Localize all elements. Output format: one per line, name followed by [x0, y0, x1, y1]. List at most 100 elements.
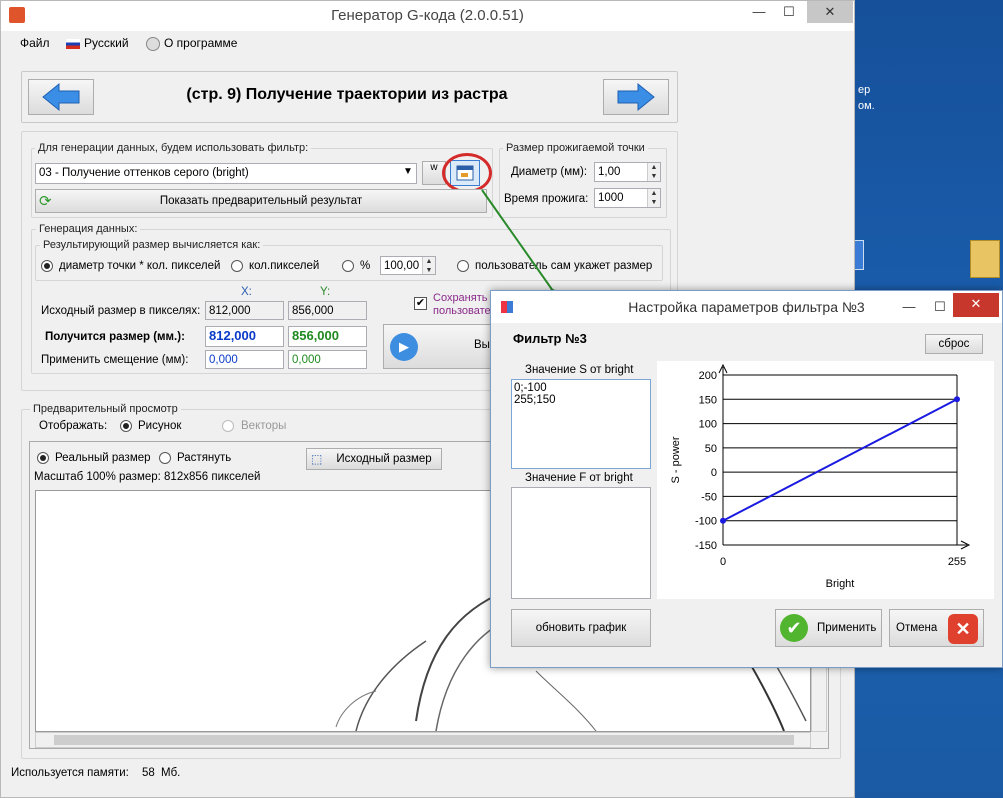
desktop-folder-icon[interactable] [970, 240, 1000, 278]
display-label: Отображать: [39, 420, 108, 432]
radio-diameter-label: диаметр точки * кол. пикселей [59, 260, 221, 272]
arrow-right-icon [617, 82, 655, 112]
radio-diameter[interactable] [41, 260, 53, 272]
menu-bar: Файл Русский О программе [1, 32, 854, 56]
x-tick-label: 0 [720, 556, 726, 568]
s-value-textarea[interactable]: 0;-100 255;150 [511, 379, 651, 469]
f-value-textarea[interactable] [511, 487, 651, 599]
menu-file[interactable]: Файл [20, 36, 50, 50]
size-calc-label: Результирующий размер вычисляется как: [40, 239, 264, 251]
s-power-chart: 200150100500-50-100-1500 255BrightS - pow… [670, 363, 971, 590]
source-size-label: Исходный размер в пикселях: [41, 305, 201, 317]
horizontal-scrollbar[interactable] [35, 732, 811, 748]
close-button[interactable]: ✕ [807, 1, 853, 23]
memory-unit: Мб. [161, 767, 181, 779]
reset-button[interactable]: сброс [925, 334, 983, 354]
minimize-button[interactable]: — [746, 1, 772, 23]
menu-language[interactable]: Русский [84, 36, 129, 50]
title-bar: Генератор G-кода (2.0.0.51) — ☐ ✕ [1, 1, 854, 31]
original-size-button[interactable]: ⬚ Исходный размер [306, 448, 442, 470]
execute-label: Вы [474, 339, 490, 351]
original-size-label: Исходный размер [336, 453, 432, 465]
chevron-down-icon: ▼ [403, 166, 413, 177]
about-icon [146, 37, 160, 51]
scroll-thumb[interactable] [54, 735, 794, 745]
radio-stretch[interactable] [159, 452, 171, 464]
forward-button[interactable] [603, 79, 669, 115]
dialog-heading: Фильтр №3 [513, 331, 587, 346]
preview-result-label: Показать предварительный результат [159, 195, 363, 207]
radio-percent-label: % [360, 260, 371, 272]
check-icon: ✔ [780, 614, 808, 642]
refresh-icon: ⟳ [39, 193, 52, 210]
generation-label: Генерация данных: [36, 223, 141, 235]
y-tick-label: -150 [695, 540, 717, 552]
save-settings-checkbox[interactable]: ✔ [414, 297, 427, 310]
apply-label: Применить [817, 622, 877, 634]
maximize-button[interactable]: ☐ [776, 1, 802, 23]
dialog-maximize-button[interactable]: ☐ [927, 296, 953, 318]
play-icon: ▶ [390, 333, 418, 361]
radio-picture-label: Рисунок [138, 420, 182, 432]
dialog-close-button[interactable]: ✕ [953, 293, 999, 317]
offset-label: Применить смещение (мм): [41, 354, 189, 366]
y-tick-label: 150 [699, 394, 717, 406]
radio-real-size-label: Реальный размер [55, 452, 151, 464]
offset-y-input[interactable]: 0,000 [288, 350, 367, 369]
source-x-input: 812,000 [205, 301, 284, 320]
update-graph-button[interactable]: обновить график [511, 609, 651, 647]
radio-vectors-label: Векторы [241, 420, 287, 432]
burn-time-spinner[interactable]: ▲ ▼ [647, 189, 660, 207]
execute-button[interactable]: ▶ Вы [383, 324, 503, 369]
y-tick-label: -100 [695, 516, 717, 528]
radio-percent[interactable] [342, 260, 354, 272]
arrow-left-icon [42, 82, 80, 112]
x-header: X: [241, 286, 252, 298]
memory-label: Используется памяти: [11, 767, 129, 779]
cancel-button[interactable]: Отмена ✕ [889, 609, 984, 647]
filter-group-label: Для генерации данных, будем использовать… [35, 142, 312, 154]
cancel-x-icon: ✕ [948, 614, 978, 644]
radio-pixels-label: кол.пикселей [249, 260, 320, 272]
radio-picture[interactable] [120, 420, 132, 432]
s-value-label: Значение S от bright [525, 364, 634, 376]
offset-x-input[interactable]: 0,000 [205, 350, 284, 369]
memory-value: 58 [142, 767, 155, 779]
x-axis-label: Bright [826, 578, 855, 590]
apply-button[interactable]: ✔ Применить [775, 609, 882, 647]
data-point [720, 517, 726, 524]
result-y-input[interactable]: 856,000 [288, 326, 367, 347]
source-y-input: 856,000 [288, 301, 367, 320]
dialog-minimize-button[interactable]: — [896, 296, 922, 318]
dialog-title-bar: Настройка параметров фильтра №3 — ☐ ✕ [491, 291, 1002, 323]
y-tick-label: 50 [705, 443, 717, 455]
russian-flag-icon [66, 39, 80, 49]
y-axis-label: S - power [670, 436, 682, 483]
f-value-label: Значение F от bright [525, 472, 633, 484]
back-button[interactable] [28, 79, 94, 115]
y-tick-label: 0 [711, 467, 717, 479]
dialog-title: Настройка параметров фильтра №3 [628, 299, 865, 315]
point-size-label: Размер прожигаемой точки [503, 142, 648, 154]
radio-pixels[interactable] [231, 260, 243, 272]
app-icon [9, 7, 25, 23]
preview-group-label: Предварительный просмотр [30, 403, 181, 415]
radio-stretch-label: Растянуть [177, 452, 232, 464]
radio-real-size[interactable] [37, 452, 49, 464]
result-x-input[interactable]: 812,000 [205, 326, 284, 347]
filter-settings-dialog: Настройка параметров фильтра №3 — ☐ ✕ Фи… [490, 290, 1003, 668]
scale-text: Масштаб 100% размер: 812x856 пикселей [34, 471, 261, 483]
x-tick-label: 255 [948, 556, 966, 568]
series-line [722, 398, 958, 522]
preview-result-button[interactable]: ⟳ Показать предварительный результат [35, 189, 487, 213]
y-tick-label: 200 [699, 370, 717, 382]
menu-about[interactable]: О программе [164, 36, 237, 50]
percent-spinner[interactable]: ▲ ▼ [422, 257, 435, 274]
filter-select[interactable]: 03 - Получение оттенков серого (bright) [35, 163, 417, 184]
diameter-spinner[interactable]: ▲ ▼ [647, 163, 660, 181]
chart-area: 200 150 100 50 0 -50 -100 -150 0 255 Bright S - pow… [657, 361, 994, 599]
radio-user-size[interactable] [457, 260, 469, 272]
y-header: Y: [320, 286, 331, 298]
desktop-icon-label: ер [858, 84, 871, 96]
page-title: (стр. 9) Получение траектории из растра [186, 86, 508, 103]
